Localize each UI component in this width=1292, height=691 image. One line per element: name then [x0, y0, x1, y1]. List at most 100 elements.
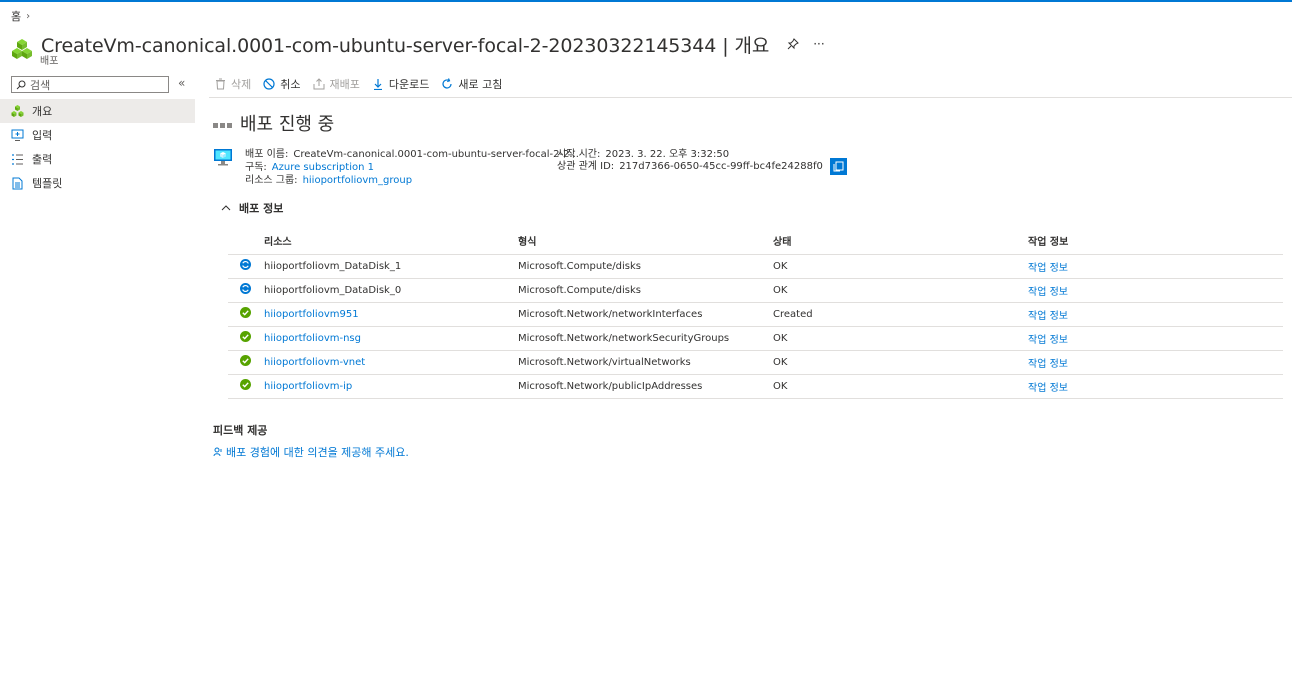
operation-details-link[interactable]: 작업 정보 — [1028, 278, 1283, 303]
page-subtitle: 배포 — [40, 56, 59, 67]
sidebar-item-overview[interactable]: 개요 — [0, 99, 195, 123]
feedback-title: 피드백 제공 — [213, 424, 268, 437]
download-button[interactable]: 다운로드 — [372, 76, 429, 96]
in-progress-icon — [240, 259, 251, 270]
refresh-icon — [442, 77, 452, 89]
table-header-row: 리소스 형식 상태 작업 정보 — [228, 228, 1283, 255]
table-row: hiioportfoliovm-ip Microsoft.Network/publ… — [228, 374, 1283, 399]
sidebar-item-label: 템플릿 — [32, 177, 63, 190]
sidebar-item-label: 입력 — [32, 129, 53, 142]
sidebar-item-template[interactable]: 템플릿 — [0, 171, 195, 195]
sidebar-item-inputs[interactable]: 입력 — [0, 123, 195, 147]
state-cell: OK — [773, 374, 1028, 399]
upload-icon — [313, 77, 324, 89]
table-row: hiioportfoliovm_DataDisk_1 Microsoft.Comp… — [228, 254, 1283, 279]
deployment-info: 배포 이름: CreateVm-canonical.0001-com-ubuntu… — [213, 145, 1273, 186]
operation-details-link[interactable]: 작업 정보 — [1028, 374, 1283, 399]
table-row: hiioportfoliovm-nsg Microsoft.Network/net… — [228, 326, 1283, 351]
operation-details-link[interactable]: 작업 정보 — [1028, 326, 1283, 351]
success-check-icon — [240, 331, 251, 342]
operation-details-link[interactable]: 작업 정보 — [1028, 350, 1283, 375]
top-accent-line — [0, 0, 1292, 2]
sidebar-item-label: 출력 — [32, 153, 53, 166]
sidebar-item-label: 개요 — [32, 105, 53, 118]
redeploy-button[interactable]: 재배포 — [313, 76, 360, 96]
chevron-right-icon: › — [26, 10, 31, 22]
deployment-details-toggle[interactable]: 배포 정보 — [221, 200, 283, 216]
success-check-icon — [240, 355, 251, 366]
search-icon — [16, 80, 26, 89]
in-progress-icon — [240, 283, 251, 294]
type-cell: Microsoft.Compute/disks — [518, 254, 773, 279]
status-title: 배포 진행 중 — [240, 114, 335, 135]
status-cell — [228, 278, 264, 303]
breadcrumb: 홈 › — [11, 8, 30, 24]
column-header-type: 형식 — [518, 228, 773, 255]
state-cell: OK — [773, 254, 1028, 279]
delete-button[interactable]: 삭제 — [215, 76, 251, 96]
overview-icon — [11, 104, 24, 117]
command-bar: 삭제 취소 재배포 다운로드 새로 고침 — [209, 74, 1292, 98]
column-header-status: 상태 — [773, 228, 1028, 255]
breadcrumb-home[interactable]: 홈 — [11, 8, 21, 24]
search-input[interactable]: 검색 — [11, 76, 169, 93]
template-icon — [12, 177, 23, 189]
outputs-icon — [12, 153, 23, 165]
deployment-status: 배포 진행 중 — [213, 110, 1282, 136]
cancel-button[interactable]: 취소 — [263, 76, 301, 96]
title-row: CreateVm-canonical.0001-com-ubuntu-serve… — [11, 28, 825, 60]
status-cell — [228, 254, 264, 279]
correlation-id: 상관 관계 ID: 217d7366-0650-45cc-99ff-bc4fe24… — [557, 157, 848, 175]
main-content: 배포 진행 중 배포 이름: CreateVm-canonical.0001-co… — [213, 110, 1283, 459]
resource-group-link[interactable]: hiioportfoliovm_group — [303, 175, 413, 186]
success-check-icon — [240, 307, 251, 318]
sidebar-item-outputs[interactable]: 출력 — [0, 147, 195, 171]
pin-icon[interactable] — [787, 38, 800, 50]
deployment-details-table: 리소스 형식 상태 작업 정보 hiioportfoliovm_DataDisk… — [228, 228, 1283, 399]
sidebar-nav: 개요 입력 출력 템플릿 — [0, 99, 195, 195]
status-column-header — [228, 228, 264, 255]
type-cell: Microsoft.Compute/disks — [518, 278, 773, 303]
status-cell — [228, 374, 264, 399]
chevron-up-icon — [221, 205, 231, 211]
resource-cell[interactable]: hiioportfoliovm951 — [264, 302, 518, 327]
deployment-icon — [12, 39, 32, 59]
resource-cell[interactable]: hiioportfoliovm-vnet — [264, 350, 518, 375]
collapse-sidebar-button[interactable]: « — [178, 76, 185, 90]
download-icon — [373, 78, 382, 90]
vm-icon — [214, 149, 232, 166]
table-row: hiioportfoliovm_DataDisk_0 Microsoft.Comp… — [228, 278, 1283, 303]
resource-cell[interactable]: hiioportfoliovm-ip — [264, 374, 518, 399]
feedback-link[interactable]: 배포 경험에 대한 의견을 제공해 주세요. — [213, 444, 409, 460]
progress-dots-icon — [213, 122, 232, 128]
column-header-resource: 리소스 — [264, 228, 518, 255]
inputs-icon — [11, 129, 24, 141]
feedback-icon — [213, 447, 222, 457]
state-cell: OK — [773, 350, 1028, 375]
resource-cell: hiioportfoliovm_DataDisk_1 — [264, 254, 518, 279]
state-cell: OK — [773, 278, 1028, 303]
table-row: hiioportfoliovm951 Microsoft.Network/netw… — [228, 302, 1283, 327]
copy-button[interactable] — [830, 157, 848, 175]
search-placeholder: 검색 — [30, 78, 51, 92]
resource-group: 리소스 그룹: hiioportfoliovm_group — [245, 175, 413, 186]
type-cell: Microsoft.Network/virtualNetworks — [518, 350, 773, 375]
table-row: hiioportfoliovm-vnet Microsoft.Network/vi… — [228, 350, 1283, 375]
trash-icon — [216, 78, 225, 89]
cancel-icon — [263, 77, 275, 90]
status-cell — [228, 350, 264, 375]
page-title: CreateVm-canonical.0001-com-ubuntu-serve… — [41, 34, 770, 57]
resource-cell[interactable]: hiioportfoliovm-nsg — [264, 326, 518, 351]
type-cell: Microsoft.Network/networkSecurityGroups — [518, 326, 773, 351]
resource-cell: hiioportfoliovm_DataDisk_0 — [264, 278, 518, 303]
type-cell: Microsoft.Network/publicIpAddresses — [518, 374, 773, 399]
status-cell — [228, 326, 264, 351]
section-title: 배포 정보 — [239, 202, 284, 215]
success-check-icon — [240, 379, 251, 390]
more-options-button[interactable]: ··· — [813, 37, 824, 51]
operation-details-link[interactable]: 작업 정보 — [1028, 254, 1283, 279]
column-header-operation: 작업 정보 — [1028, 228, 1283, 255]
operation-details-link[interactable]: 작업 정보 — [1028, 302, 1283, 327]
state-cell: Created — [773, 302, 1028, 327]
refresh-button[interactable]: 새로 고침 — [441, 76, 502, 96]
